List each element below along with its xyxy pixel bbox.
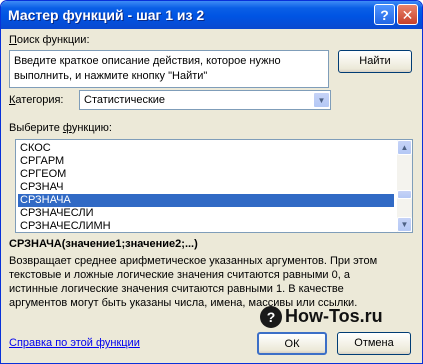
function-list-label: Выберите функцию: [9,122,112,134]
help-icon: ? [380,7,389,23]
function-list-item[interactable]: СРЗНАЧА [18,194,394,207]
chevron-down-icon[interactable]: ▼ [313,92,330,108]
question-icon: ? [260,306,282,328]
title-bar[interactable]: Мастер функций - шаг 1 из 2 ? ✕ [1,1,422,29]
function-signature: СРЗНАЧА(значение1;значение2;...) [9,238,198,250]
close-icon: ✕ [401,7,414,23]
watermark-text: How-Tos.ru [285,306,383,326]
window-title: Мастер функций - шаг 1 из 2 [8,7,205,23]
help-title-button[interactable]: ? [374,4,395,25]
scroll-thumb[interactable] [397,190,412,199]
function-listbox[interactable]: СКОС СРГАРМ СРГЕОМ СРЗНАЧ СРЗНАЧА СРЗНАЧЕСЛИ С… [15,139,413,233]
find-button[interactable]: Найти [338,50,412,73]
list-scrollbar[interactable]: ▲ ▼ [397,140,412,232]
ok-button[interactable]: ОК [257,332,327,355]
function-list-item[interactable]: СРЗНАЧЕСЛИ [18,207,394,220]
description-line: Возвращает среднее арифметическое указан… [9,255,378,267]
function-list-item[interactable]: СРГАРМ [18,155,394,168]
description-line: текстовые и ложные логические значения с… [9,269,350,281]
function-list-item[interactable]: СРЗНАЧЕСЛИМН [18,220,394,232]
search-text-line2: выполнить, и нажмите кнопку "Найти" [14,70,208,82]
function-list-item[interactable]: СРГЕОМ [18,168,394,181]
category-label: Категория: [9,94,64,106]
description-line: истинные логические значения считаются р… [9,283,344,295]
cancel-button[interactable]: Отмена [337,332,411,355]
category-select[interactable]: Статистические ▼ [79,90,331,110]
function-list-item[interactable]: СРЗНАЧ [18,181,394,194]
category-value: Статистические [84,94,166,106]
search-input[interactable]: Введите краткое описание действия, котор… [9,50,329,88]
close-title-button[interactable]: ✕ [397,4,418,25]
scroll-down-icon[interactable]: ▼ [397,217,412,232]
function-description: Возвращает среднее арифметическое указан… [9,254,409,310]
search-label: Поиск функции: [9,34,90,46]
function-list-item[interactable]: СКОС [18,142,394,155]
scroll-up-icon[interactable]: ▲ [397,140,412,155]
help-link[interactable]: Справка по этой функции [9,337,140,349]
search-text-line1: Введите краткое описание действия, котор… [14,55,281,67]
function-wizard-dialog: Мастер функций - шаг 1 из 2 ? ✕ Поиск фу… [0,0,423,364]
